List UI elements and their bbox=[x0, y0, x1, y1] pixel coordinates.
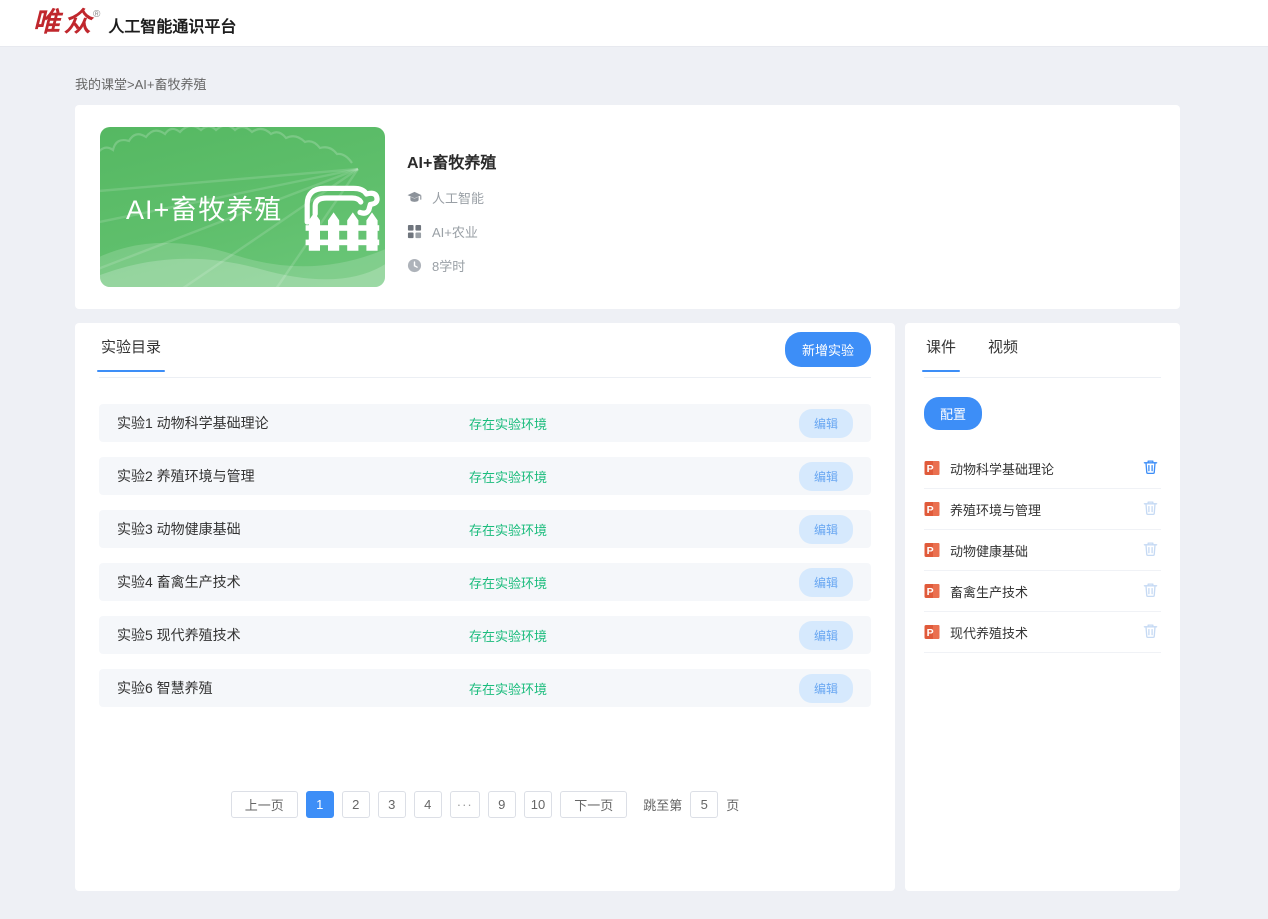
brand-logo-text: 唯众 bbox=[33, 8, 95, 38]
tab-experiment-directory[interactable]: 实验目录 bbox=[99, 336, 163, 371]
experiment-env-status: 存在实验环境 bbox=[469, 679, 547, 698]
trash-icon[interactable] bbox=[1143, 623, 1161, 641]
experiment-name: 实验1 动物科学基础理论 bbox=[117, 413, 469, 433]
course-subject: 人工智能 bbox=[432, 188, 484, 207]
resources-panel: 课件 视频 配置 P 动物科学基础理论 bbox=[905, 323, 1180, 891]
trash-icon[interactable] bbox=[1143, 500, 1161, 518]
course-hours: 8学时 bbox=[432, 256, 465, 275]
trash-icon[interactable] bbox=[1143, 582, 1161, 600]
clock-icon bbox=[407, 258, 422, 273]
experiment-name: 实验3 动物健康基础 bbox=[117, 519, 469, 539]
experiment-row: 实验3 动物健康基础 存在实验环境 编辑 bbox=[99, 510, 871, 548]
edit-experiment-button[interactable]: 编辑 bbox=[799, 515, 853, 544]
svg-text:P: P bbox=[927, 545, 934, 557]
experiment-name: 实验2 养殖环境与管理 bbox=[117, 466, 469, 486]
breadcrumb-my-classroom[interactable]: 我的课堂 bbox=[75, 77, 127, 92]
courseware-name: 动物健康基础 bbox=[950, 541, 1028, 560]
courseware-item: P 现代养殖技术 bbox=[924, 612, 1161, 653]
trash-icon[interactable] bbox=[1143, 459, 1161, 477]
grid-icon bbox=[407, 224, 422, 239]
courseware-item: P 养殖环境与管理 bbox=[924, 489, 1161, 530]
configure-button[interactable]: 配置 bbox=[924, 397, 982, 430]
tab-courseware[interactable]: 课件 bbox=[924, 336, 958, 371]
cow-fence-icon bbox=[296, 172, 384, 256]
ppt-icon: P bbox=[924, 583, 940, 599]
courseware-item: P 畜禽生产技术 bbox=[924, 571, 1161, 612]
app-header: 唯众 ® 人工智能通识平台 bbox=[0, 0, 1268, 47]
pagination-page-button[interactable]: 3 bbox=[378, 791, 406, 818]
experiment-row: 实验4 畜禽生产技术 存在实验环境 编辑 bbox=[99, 563, 871, 601]
ppt-icon: P bbox=[924, 501, 940, 517]
svg-text:P: P bbox=[927, 627, 934, 639]
course-info: AI+畜牧养殖 人工智能 AI+农业 bbox=[407, 127, 496, 287]
experiment-name: 实验4 畜禽生产技术 bbox=[117, 572, 469, 592]
course-category: AI+农业 bbox=[432, 222, 478, 241]
ppt-icon: P bbox=[924, 460, 940, 476]
svg-text:P: P bbox=[927, 463, 934, 475]
experiment-name: 实验6 智慧养殖 bbox=[117, 678, 469, 698]
pagination-page-button[interactable]: ··· bbox=[450, 791, 480, 818]
courseware-item: P 动物健康基础 bbox=[924, 530, 1161, 571]
course-card: AI+畜牧养殖 AI bbox=[75, 105, 1180, 309]
ppt-icon: P bbox=[924, 542, 940, 558]
experiment-row: 实验1 动物科学基础理论 存在实验环境 编辑 bbox=[99, 404, 871, 442]
course-title: AI+畜牧养殖 bbox=[407, 149, 496, 173]
edit-experiment-button[interactable]: 编辑 bbox=[799, 621, 853, 650]
pagination-page-button[interactable]: 9 bbox=[488, 791, 516, 818]
pagination-jump-prefix: 跳至第 bbox=[643, 795, 682, 814]
breadcrumb-separator: > bbox=[127, 77, 135, 92]
edit-experiment-button[interactable]: 编辑 bbox=[799, 674, 853, 703]
experiments-panel: 实验目录 新增实验 实验1 动物科学基础理论 存在实验环境 编辑 实验2 养殖环… bbox=[75, 323, 895, 891]
experiment-name: 实验5 现代养殖技术 bbox=[117, 625, 469, 645]
registered-mark: ® bbox=[93, 9, 100, 20]
pagination-page-button[interactable]: 10 bbox=[524, 791, 552, 818]
experiment-row: 实验2 养殖环境与管理 存在实验环境 编辑 bbox=[99, 457, 871, 495]
course-category-row: AI+农业 bbox=[407, 222, 496, 241]
course-banner[interactable]: AI+畜牧养殖 bbox=[100, 127, 385, 287]
pagination-prev-button[interactable]: 上一页 bbox=[231, 791, 298, 818]
experiment-row: 实验5 现代养殖技术 存在实验环境 编辑 bbox=[99, 616, 871, 654]
courseware-name: 动物科学基础理论 bbox=[950, 459, 1054, 478]
courseware-item: P 动物科学基础理论 bbox=[924, 448, 1161, 489]
pagination-page-button[interactable]: 4 bbox=[414, 791, 442, 818]
add-experiment-button[interactable]: 新增实验 bbox=[785, 332, 871, 367]
experiment-env-status: 存在实验环境 bbox=[469, 414, 547, 433]
experiment-env-status: 存在实验环境 bbox=[469, 520, 547, 539]
pagination: 上一页 1 2 3 4 ··· 9 10 下一页 跳至第 页 bbox=[99, 791, 871, 818]
courseware-name: 现代养殖技术 bbox=[950, 623, 1028, 642]
edit-experiment-button[interactable]: 编辑 bbox=[799, 568, 853, 597]
ppt-icon: P bbox=[924, 624, 940, 640]
experiment-env-status: 存在实验环境 bbox=[469, 467, 547, 486]
svg-text:P: P bbox=[927, 504, 934, 516]
courseware-file-list: P 动物科学基础理论 P 养殖环境与管理 bbox=[924, 448, 1161, 653]
pagination-page-button[interactable]: 1 bbox=[306, 791, 334, 818]
course-subject-row: 人工智能 bbox=[407, 188, 496, 207]
tab-video[interactable]: 视频 bbox=[986, 336, 1020, 371]
experiment-list: 实验1 动物科学基础理论 存在实验环境 编辑 实验2 养殖环境与管理 存在实验环… bbox=[99, 404, 871, 707]
banner-title: AI+畜牧养殖 bbox=[126, 188, 282, 227]
platform-title: 人工智能通识平台 bbox=[108, 13, 236, 37]
graduation-cap-icon bbox=[407, 190, 422, 205]
svg-text:P: P bbox=[927, 586, 934, 598]
breadcrumb-current: AI+畜牧养殖 bbox=[135, 77, 207, 92]
experiment-env-status: 存在实验环境 bbox=[469, 626, 547, 645]
pagination-jump-suffix: 页 bbox=[726, 795, 739, 814]
brand-logo[interactable]: 唯众 ® bbox=[33, 8, 100, 38]
pagination-next-button[interactable]: 下一页 bbox=[560, 791, 627, 818]
experiment-env-status: 存在实验环境 bbox=[469, 573, 547, 592]
course-hours-row: 8学时 bbox=[407, 256, 496, 275]
edit-experiment-button[interactable]: 编辑 bbox=[799, 462, 853, 491]
breadcrumb: 我的课堂>AI+畜牧养殖 bbox=[75, 74, 1180, 93]
pagination-jump-input[interactable] bbox=[690, 791, 718, 818]
edit-experiment-button[interactable]: 编辑 bbox=[799, 409, 853, 438]
experiment-row: 实验6 智慧养殖 存在实验环境 编辑 bbox=[99, 669, 871, 707]
courseware-name: 养殖环境与管理 bbox=[950, 500, 1041, 519]
pagination-page-button[interactable]: 2 bbox=[342, 791, 370, 818]
trash-icon[interactable] bbox=[1143, 541, 1161, 559]
courseware-name: 畜禽生产技术 bbox=[950, 582, 1028, 601]
